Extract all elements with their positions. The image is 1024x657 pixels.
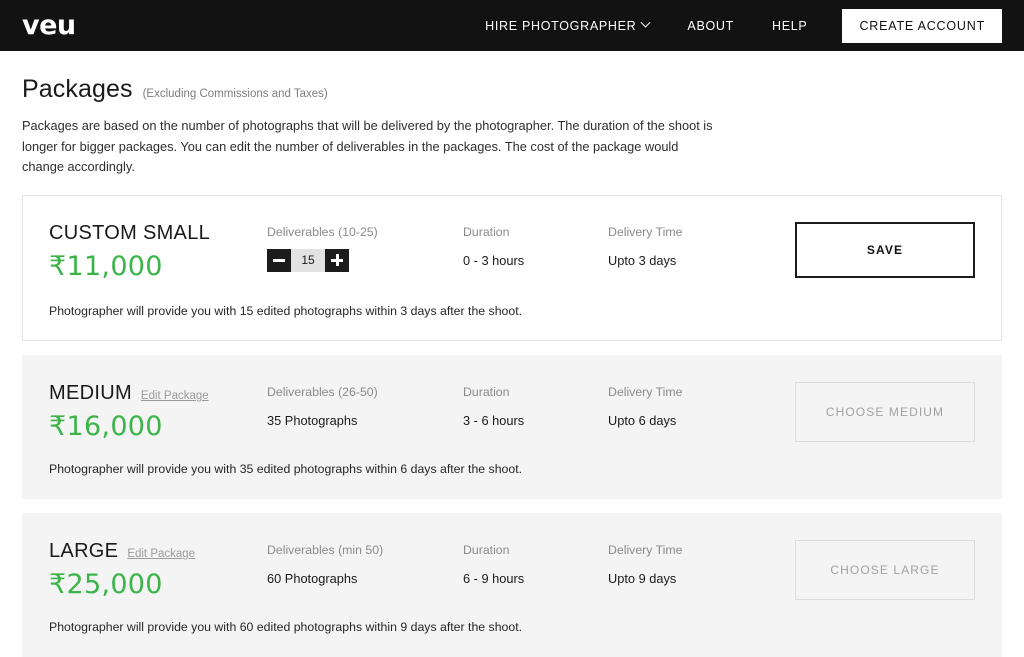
nav-item-label: HIRE PHOTOGRAPHER [485, 18, 637, 33]
package-delivery-column: Delivery Time Upto 6 days [608, 382, 758, 428]
package-deliverables-column: Deliverables (min 50) 60 Photographs [267, 540, 463, 586]
decrement-button[interactable] [267, 248, 291, 272]
create-account-button[interactable]: CREATE ACCOUNT [842, 8, 1002, 43]
deliverables-label: Deliverables (10-25) [267, 225, 378, 240]
package-name-row: MEDIUM Edit Package [49, 382, 267, 404]
package-name: CUSTOM SMALL [49, 222, 211, 245]
choose-large-button[interactable]: CHOOSE LARGE [795, 540, 975, 601]
deliverables-value: 60 Photographs [267, 571, 358, 586]
delivery-time-value: Upto 9 days [608, 571, 677, 586]
nav-item-hire-photographer[interactable]: HIRE PHOTOGRAPHER [466, 17, 668, 33]
packages-list: CUSTOM SMALL ₹11,000 Deliverables (10-25… [0, 178, 1024, 657]
deliverables-label: Deliverables (26-50) [267, 385, 378, 400]
package-deliverables-column: Deliverables (26-50) 35 Photographs [267, 382, 463, 428]
package-action-column: SAVE [758, 222, 975, 279]
package-name: LARGE [49, 540, 119, 563]
package-card-body: MEDIUM Edit Package ₹16,000 Deliverables… [49, 382, 975, 443]
duration-value: 0 - 3 hours [463, 252, 525, 268]
package-name-row: LARGE Edit Package [49, 540, 267, 562]
package-duration-column: Duration 3 - 6 hours [463, 382, 608, 428]
package-price: ₹11,000 [49, 251, 163, 283]
delivery-time-value: Upto 3 days [608, 252, 677, 268]
nav-item-help[interactable]: HELP [753, 19, 826, 33]
package-duration-column: Duration 6 - 9 hours [463, 540, 608, 586]
duration-value: 3 - 6 hours [463, 412, 525, 428]
package-card-body: LARGE Edit Package ₹25,000 Deliverables … [49, 540, 975, 601]
nav-links: HIRE PHOTOGRAPHER ABOUT HELP CREATE ACCO… [466, 0, 1024, 51]
package-name-column: CUSTOM SMALL ₹11,000 [49, 222, 267, 282]
choose-medium-button[interactable]: CHOOSE MEDIUM [795, 382, 975, 443]
top-navbar: veu HIRE PHOTOGRAPHER ABOUT HELP CREATE … [0, 0, 1024, 51]
package-footer-note: Photographer will provide you with 35 ed… [49, 462, 523, 477]
edit-package-link[interactable]: Edit Package [127, 548, 195, 560]
delivery-time-value: Upto 6 days [608, 412, 677, 428]
page-title-note: (Excluding Commissions and Taxes) [142, 88, 328, 100]
edit-package-link[interactable]: Edit Package [141, 390, 209, 402]
nav-item-about[interactable]: ABOUT [668, 19, 753, 33]
package-action-column: CHOOSE MEDIUM [758, 382, 975, 443]
package-card-medium[interactable]: MEDIUM Edit Package ₹16,000 Deliverables… [22, 355, 1002, 500]
package-name-column: MEDIUM Edit Package ₹16,000 [49, 382, 267, 442]
package-name-row: CUSTOM SMALL [49, 222, 267, 244]
delivery-time-label: Delivery Time [608, 225, 683, 240]
deliverables-value: 35 Photographs [267, 412, 358, 428]
package-delivery-column: Delivery Time Upto 9 days [608, 540, 758, 586]
package-name: MEDIUM [49, 382, 132, 405]
package-card-custom-small[interactable]: CUSTOM SMALL ₹11,000 Deliverables (10-25… [22, 195, 1002, 342]
package-name-column: LARGE Edit Package ₹25,000 [49, 540, 267, 600]
chevron-down-icon [640, 17, 651, 28]
duration-label: Duration [463, 543, 510, 558]
package-price: ₹16,000 [49, 411, 163, 443]
delivery-time-label: Delivery Time [608, 385, 683, 400]
package-footer-note: Photographer will provide you with 15 ed… [49, 304, 523, 319]
save-button[interactable]: SAVE [795, 222, 975, 279]
page-header: Packages (Excluding Commissions and Taxe… [0, 51, 1024, 178]
nav-item-label: ABOUT [687, 18, 734, 33]
nav-item-label: HELP [771, 18, 808, 33]
package-action-column: CHOOSE LARGE [758, 540, 975, 601]
deliverables-label: Deliverables (min 50) [267, 543, 384, 558]
increment-button[interactable] [325, 248, 349, 272]
page-description: Packages are based on the number of phot… [22, 118, 713, 175]
minus-icon [273, 258, 285, 262]
package-deliverables-column: Deliverables (10-25) [267, 222, 463, 272]
package-footer-note: Photographer will provide you with 60 ed… [49, 620, 523, 635]
package-card-body: CUSTOM SMALL ₹11,000 Deliverables (10-25… [49, 222, 975, 282]
plus-icon [331, 254, 343, 267]
page-title: Packages [22, 75, 133, 103]
package-card-large[interactable]: LARGE Edit Package ₹25,000 Deliverables … [22, 513, 1002, 657]
package-delivery-column: Delivery Time Upto 3 days [608, 222, 758, 268]
package-duration-column: Duration 0 - 3 hours [463, 222, 608, 268]
duration-label: Duration [463, 385, 510, 400]
duration-label: Duration [463, 225, 510, 240]
brand-logo[interactable]: veu [22, 12, 76, 39]
page-title-row: Packages (Excluding Commissions and Taxe… [22, 75, 1002, 104]
delivery-time-label: Delivery Time [608, 543, 683, 558]
deliverables-quantity-input[interactable] [291, 248, 325, 272]
duration-value: 6 - 9 hours [463, 571, 525, 586]
deliverables-stepper[interactable] [267, 248, 349, 272]
package-price: ₹25,000 [49, 569, 163, 601]
